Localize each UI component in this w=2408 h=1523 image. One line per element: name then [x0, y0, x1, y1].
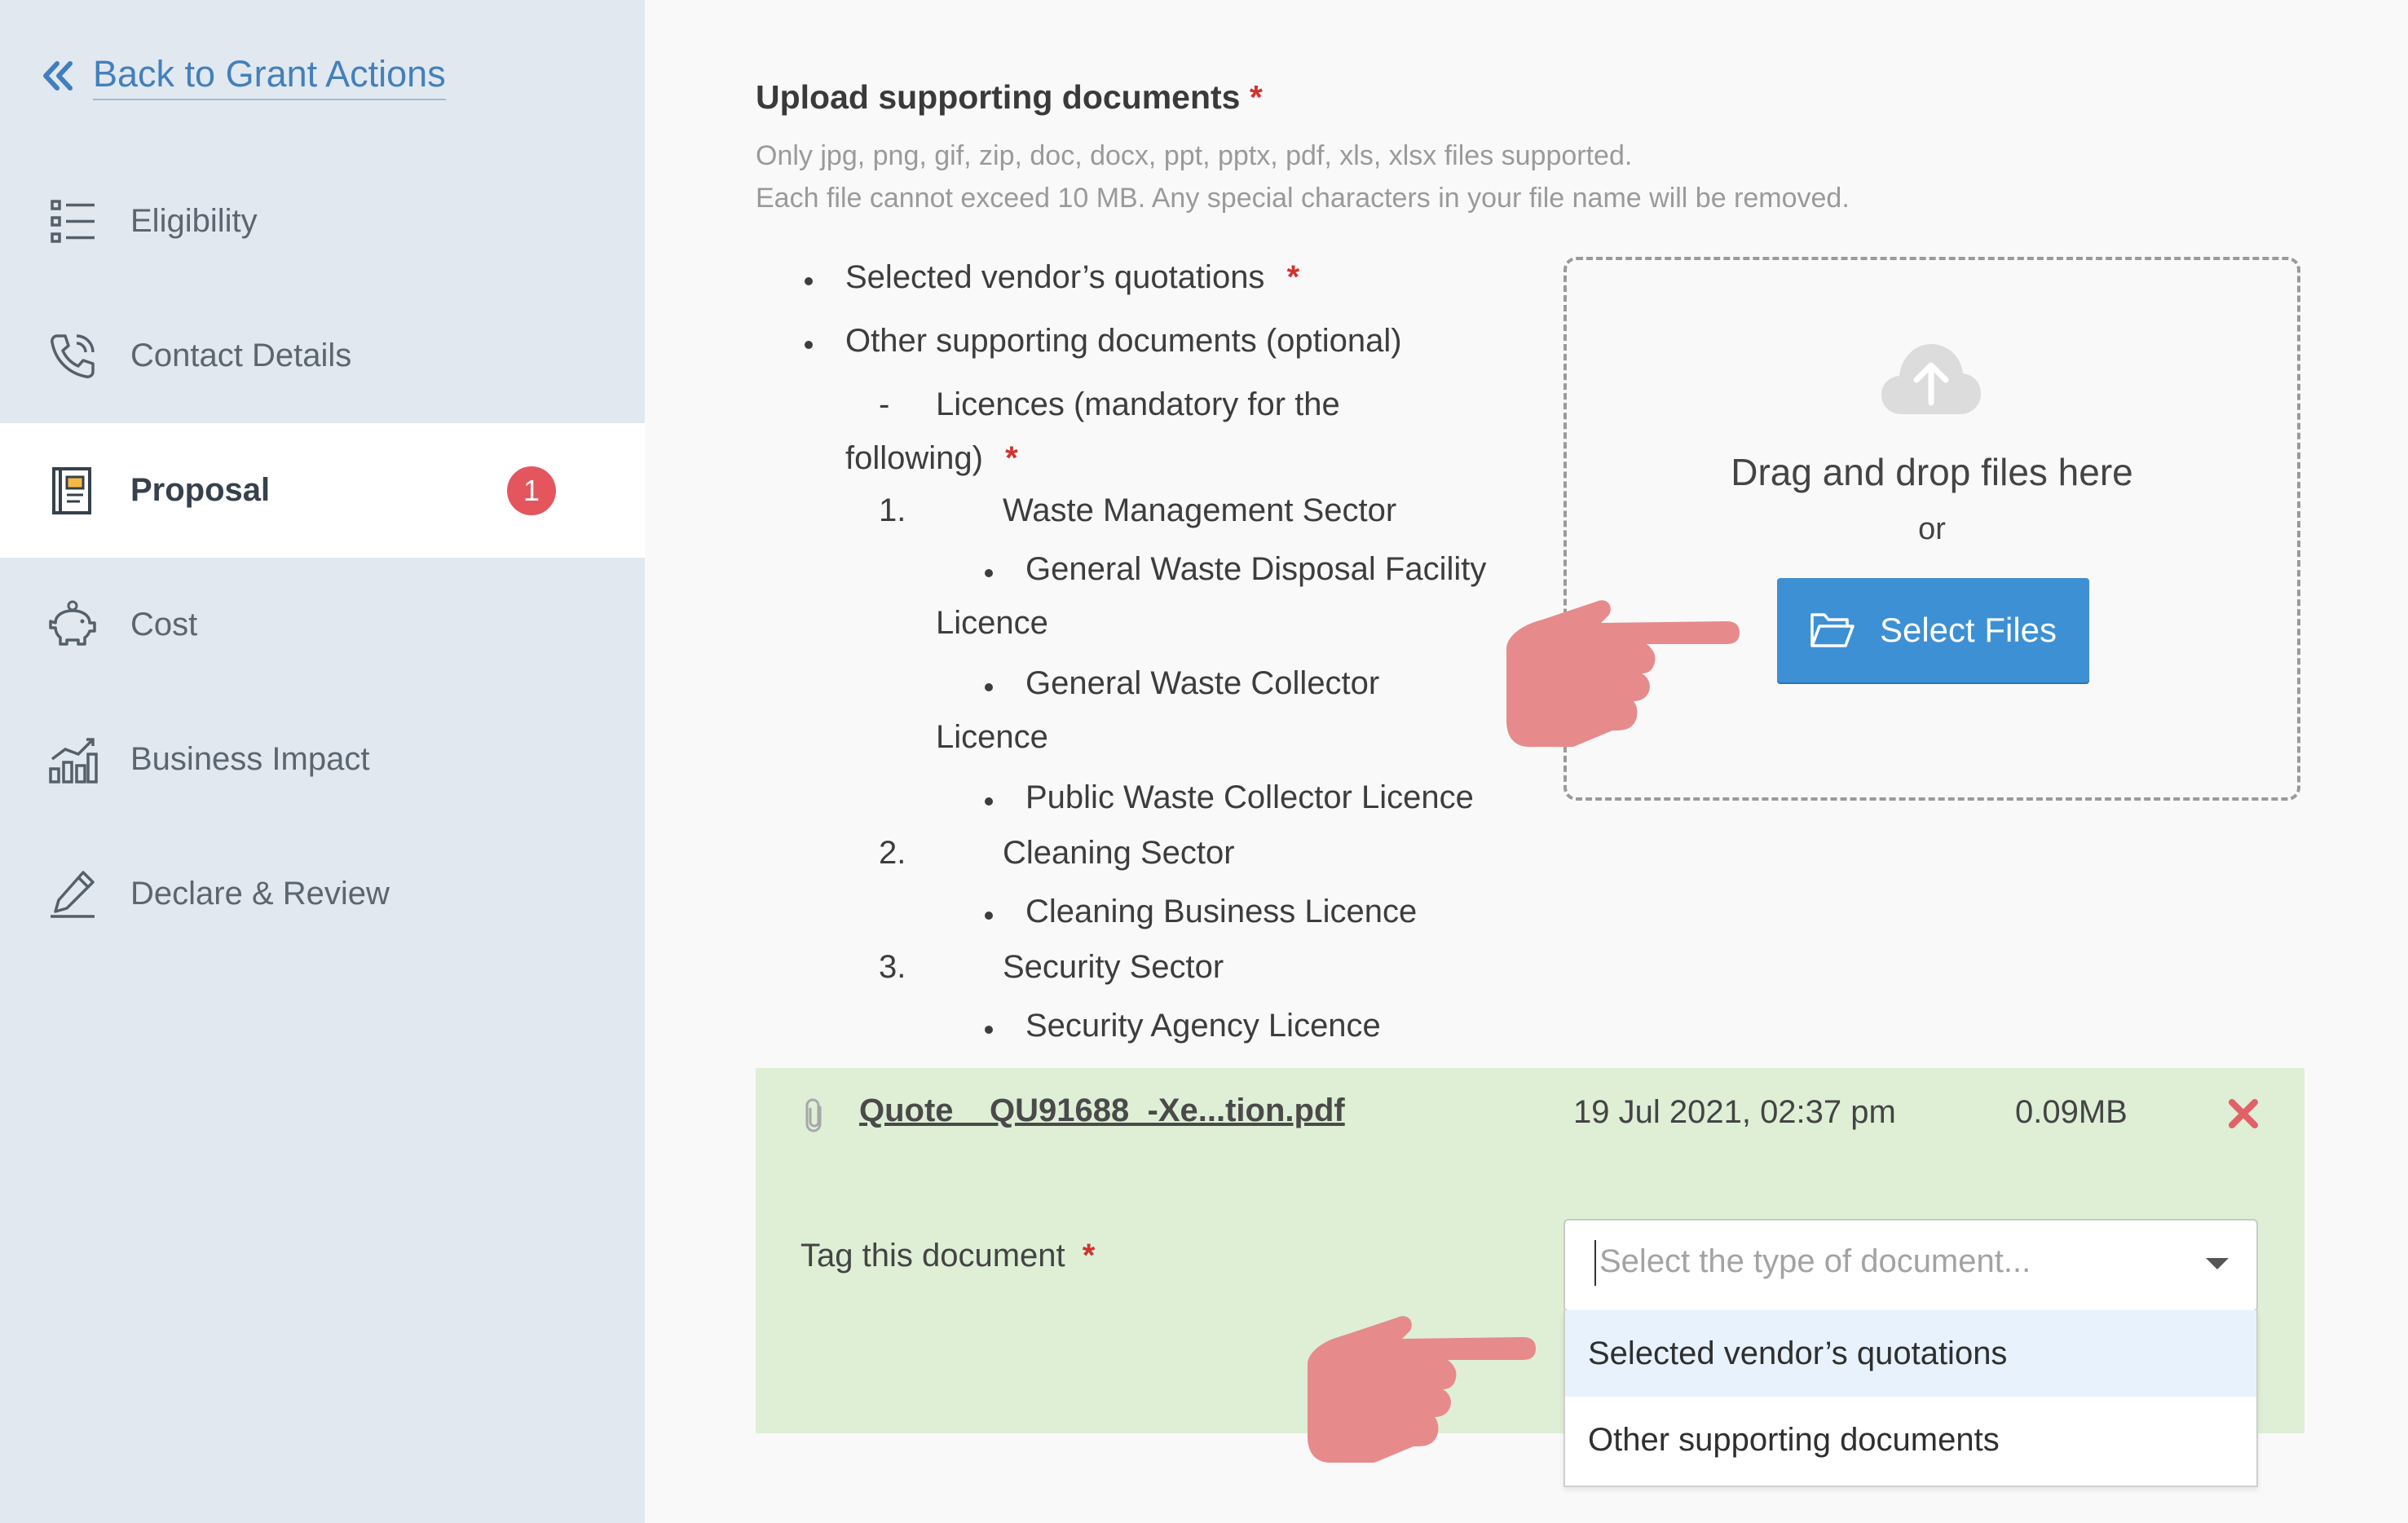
list-item-text: following) [845, 440, 983, 476]
sidebar-item-eligibility[interactable]: Eligibility [0, 154, 645, 289]
back-to-grant-actions-link[interactable]: Back to Grant Actions [41, 51, 446, 101]
upload-title-text: Upload supporting documents [756, 78, 1241, 116]
pen-icon [51, 870, 95, 918]
sidebar: Back to Grant Actions Eligibility Contac… [0, 0, 645, 1523]
file-size: 0.09MB [2015, 1094, 2128, 1130]
pointing-hand-icon [1506, 600, 1740, 747]
cloud-upload-icon [1881, 344, 1981, 414]
required-asterisk: * [1082, 1238, 1096, 1274]
text-caret [1594, 1240, 1596, 1286]
list-dash: - [879, 386, 890, 422]
piggy-bank-icon [49, 600, 96, 646]
required-asterisk: * [1286, 259, 1300, 295]
pointing-hand-icon [1308, 1316, 1536, 1463]
paperclip-icon [805, 1098, 822, 1132]
tag-label-text: Tag this document [800, 1238, 1065, 1274]
bar-chart-icon [49, 737, 98, 784]
file-upload-date: 19 Jul 2021, 02:37 pm [1573, 1094, 1896, 1130]
licence-item: Public Waste Collector Licence [985, 779, 1474, 815]
sidebar-item-label: Contact Details [130, 338, 352, 373]
upload-section-title: Upload supporting documents * [756, 78, 1263, 117]
sector-heading: Cleaning Sector [1003, 835, 1235, 871]
sector-heading: Waste Management Sector [1003, 492, 1397, 528]
select-files-label: Select Files [1879, 611, 2057, 649]
notebook-icon [52, 466, 91, 514]
uploaded-file-link[interactable]: Quote__QU91688_-Xe...tion.pdf [859, 1093, 1345, 1129]
sidebar-item-label: Declare & Review [130, 876, 390, 912]
file-size-help: Each file cannot exceed 10 MB. Any speci… [756, 183, 1850, 214]
required-asterisk: * [1249, 78, 1263, 116]
sidebar-item-label: Proposal [130, 472, 271, 508]
list-item: Licences (mandatory for the [936, 386, 1340, 422]
list-number: 3. [879, 949, 906, 985]
document-type-placeholder: Select the type of document... [1599, 1243, 2031, 1279]
sidebar-item-label: Cost [130, 607, 198, 642]
tag-document-label: Tag this document * [800, 1238, 1095, 1274]
sector-heading: Security Sector [1003, 949, 1224, 985]
list-item: Selected vendor’s quotations * [804, 259, 1300, 296]
licence-item: Cleaning Business Licence [984, 894, 1418, 929]
option-vendor-quotations[interactable]: Selected vendor’s quotations [1565, 1310, 2256, 1397]
error-count-badge: 1 [507, 466, 556, 515]
licence-item: General Waste Collector [984, 665, 1380, 701]
document-type-dropdown: Selected vendor’s quotations Other suppo… [1563, 1310, 2258, 1487]
list-icon [51, 199, 95, 243]
licence-item: General Waste Disposal Facility [984, 551, 1487, 587]
drag-drop-text: Drag and drop files here [1731, 451, 2133, 493]
list-item-text: Selected vendor’s quotations [845, 259, 1265, 295]
sidebar-item-label: Business Impact [130, 741, 370, 777]
sidebar-item-business-impact[interactable]: Business Impact [0, 692, 645, 827]
licence-item-continued: Licence [936, 719, 1048, 755]
list-item: Other supporting documents (optional) [805, 323, 1402, 359]
sidebar-item-contact-details[interactable]: Contact Details [0, 289, 645, 423]
list-item-continued: following) * [845, 440, 1018, 477]
licence-item-continued: Licence [936, 605, 1048, 641]
back-link-label: Back to Grant Actions [93, 51, 446, 100]
folder-open-icon [1810, 613, 1855, 647]
licence-item: Security Agency Licence [985, 1008, 1381, 1044]
remove-file-icon[interactable] [2225, 1096, 2261, 1132]
sidebar-item-declare-review[interactable]: Declare & Review [0, 827, 645, 961]
chevron-down-icon [2206, 1258, 2229, 1269]
file-types-help: Only jpg, png, gif, zip, doc, docx, ppt,… [756, 140, 1633, 171]
sidebar-item-proposal[interactable]: Proposal 1 [0, 423, 645, 558]
list-number: 2. [879, 835, 906, 871]
sidebar-item-label: Eligibility [130, 203, 258, 239]
double-chevron-left-icon [43, 61, 73, 90]
option-other-supporting-documents[interactable]: Other supporting documents [1565, 1397, 2256, 1483]
phone-icon [51, 333, 95, 378]
sidebar-item-cost[interactable]: Cost [0, 558, 645, 692]
document-type-select[interactable]: Select the type of document... [1563, 1219, 2258, 1312]
or-text: or [1918, 512, 1946, 546]
required-asterisk: * [1005, 440, 1018, 476]
select-files-button[interactable]: Select Files [1777, 578, 2089, 682]
list-number: 1. [879, 492, 906, 528]
